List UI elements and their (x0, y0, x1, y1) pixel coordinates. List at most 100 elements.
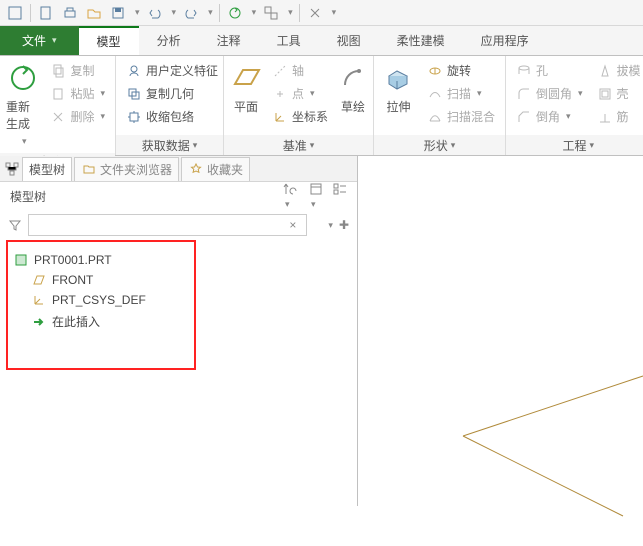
label: 形状 (424, 137, 448, 154)
plane-icon (230, 62, 262, 94)
chevron-down-icon: ▾ (451, 140, 456, 151)
extrude-button[interactable]: 拉伸 (378, 58, 419, 119)
label: 草绘 (341, 98, 365, 115)
label: 扫描 (447, 85, 471, 102)
app-menu-icon[interactable] (6, 4, 24, 22)
delete-icon (50, 109, 66, 125)
point-button[interactable]: 点▾ (268, 83, 332, 104)
quick-access-toolbar: ▾ ▾ ▾ ▾ ▾ ▾ (0, 0, 643, 26)
print-icon[interactable] (61, 4, 79, 22)
group-footer-eng[interactable]: 工程▾ (506, 135, 643, 155)
save-icon[interactable] (109, 4, 127, 22)
redo-icon[interactable] (182, 4, 200, 22)
tree-body: PRT0001.PRT FRONT PRT_CSYS_DEF 在此插入 (0, 240, 357, 343)
sketch-button[interactable]: 草绘 (336, 58, 370, 119)
panel-tab-fav[interactable]: 收藏夹 (181, 157, 250, 181)
sketch-icon (337, 62, 369, 94)
tree-header: 模型树 ▾ ▾ (0, 182, 357, 210)
copy-icon (50, 63, 66, 79)
group-footer-shape[interactable]: 形状▾ (374, 135, 505, 155)
chevron-down-icon[interactable]: ▾ (288, 7, 293, 18)
chevron-down-icon: ▾ (590, 140, 595, 151)
regenerate-icon (7, 62, 39, 94)
regen-icon[interactable] (226, 4, 244, 22)
filter-input[interactable] (28, 214, 307, 236)
copy-geom-icon (126, 86, 142, 102)
panel-tab-folder[interactable]: 文件夹浏览器 (74, 157, 179, 181)
undo-icon[interactable] (146, 4, 164, 22)
round-button[interactable]: 倒圆角▾ (512, 83, 587, 104)
windows-icon[interactable] (262, 4, 280, 22)
axis-icon (272, 63, 288, 79)
filter-icon[interactable] (8, 218, 22, 232)
shrinkwrap-button[interactable]: 收缩包络 (122, 106, 222, 127)
label: 工程 (563, 137, 587, 154)
label: 粘贴 (70, 85, 94, 102)
panel-tab-tree[interactable]: 模型树 (22, 157, 72, 181)
separator (219, 4, 220, 22)
tab-tools[interactable]: 工具 (259, 26, 319, 55)
tab-app[interactable]: 应用程序 (463, 26, 547, 55)
udf-button[interactable]: 用户定义特征 (122, 60, 222, 81)
panel-tabs: 模型树 文件夹浏览器 收藏夹 (0, 156, 357, 182)
revolve-button[interactable]: 旋转 (423, 60, 499, 81)
chevron-down-icon: ▾ (100, 88, 105, 99)
rib-icon (597, 109, 613, 125)
tab-annotate[interactable]: 注释 (199, 26, 259, 55)
clear-filter-icon[interactable]: × (289, 218, 296, 232)
tab-analysis[interactable]: 分析 (139, 26, 199, 55)
tab-file[interactable]: 文件▾ (0, 26, 79, 55)
tab-view[interactable]: 视图 (319, 26, 379, 55)
copy-geom-button[interactable]: 复制几何 (122, 83, 222, 104)
copy-button[interactable]: 复制 (46, 60, 109, 81)
open-icon[interactable] (85, 4, 103, 22)
paste-button[interactable]: 粘贴 ▾ (46, 83, 109, 104)
label: 扫描混合 (447, 108, 495, 125)
hole-button[interactable]: 孔 (512, 60, 587, 81)
tools-icon[interactable]: ▾ (283, 182, 299, 210)
close-icon[interactable] (306, 4, 324, 22)
group-footer-datum[interactable]: 基准▾ (224, 135, 373, 155)
chevron-down-icon: ▾ (193, 140, 198, 151)
regenerate-button[interactable]: 重新生成 ▾ (4, 58, 42, 151)
main-area: 模型树 文件夹浏览器 收藏夹 模型树 ▾ ▾ × ▾ ✚ PRT0001.PRT (0, 156, 643, 506)
view-icon[interactable] (333, 182, 347, 210)
label: 点 (292, 85, 304, 102)
chevron-down-icon: ▾ (310, 140, 315, 151)
rib-button[interactable]: 筋 (593, 106, 643, 127)
separator (30, 4, 31, 22)
add-filter-icon[interactable]: ✚ (339, 218, 349, 232)
chevron-down-icon[interactable]: ▾ (252, 7, 257, 18)
sweep-blend-button[interactable]: 扫描混合 (423, 106, 499, 127)
chevron-down-icon[interactable]: ▾ (328, 220, 333, 231)
ribbon: 重新生成 ▾ 复制 粘贴▾ 删除▾ 操作▾ 用户定义特征 复制几何 收缩包络 获… (0, 56, 643, 156)
label: 用户定义特征 (146, 62, 218, 79)
tab-flex[interactable]: 柔性建模 (379, 26, 463, 55)
tree-structure-icon[interactable] (4, 161, 20, 177)
draft-button[interactable]: 拔模 (593, 60, 643, 81)
label: 基准 (283, 137, 307, 154)
chamfer-icon (516, 109, 532, 125)
chevron-down-icon[interactable]: ▾ (208, 7, 213, 18)
csys-button[interactable]: 坐标系 (268, 106, 332, 127)
label: 收藏夹 (207, 161, 243, 178)
settings-icon[interactable]: ▾ (309, 182, 323, 210)
viewport[interactable]: Y (358, 156, 643, 506)
hole-icon (516, 63, 532, 79)
chevron-down-icon: ▾ (52, 35, 57, 46)
delete-button[interactable]: 删除▾ (46, 106, 109, 127)
group-footer-getdata[interactable]: 获取数据▾ (116, 135, 223, 155)
chevron-down-icon: ▾ (100, 111, 105, 122)
chevron-down-icon[interactable]: ▾ (172, 7, 177, 18)
plane-button[interactable]: 平面 (228, 58, 264, 119)
axis-button[interactable]: 轴 (268, 60, 332, 81)
new-icon[interactable] (37, 4, 55, 22)
chevron-down-icon[interactable]: ▾ (332, 7, 337, 18)
shell-button[interactable]: 壳 (593, 83, 643, 104)
udf-icon (126, 63, 142, 79)
chevron-down-icon[interactable]: ▾ (135, 7, 140, 18)
main-tabs: 文件▾ 模型 分析 注释 工具 视图 柔性建模 应用程序 (0, 26, 643, 56)
tab-model[interactable]: 模型 (79, 26, 139, 55)
sweep-button[interactable]: 扫描▾ (423, 83, 499, 104)
chamfer-button[interactable]: 倒角▾ (512, 106, 587, 127)
